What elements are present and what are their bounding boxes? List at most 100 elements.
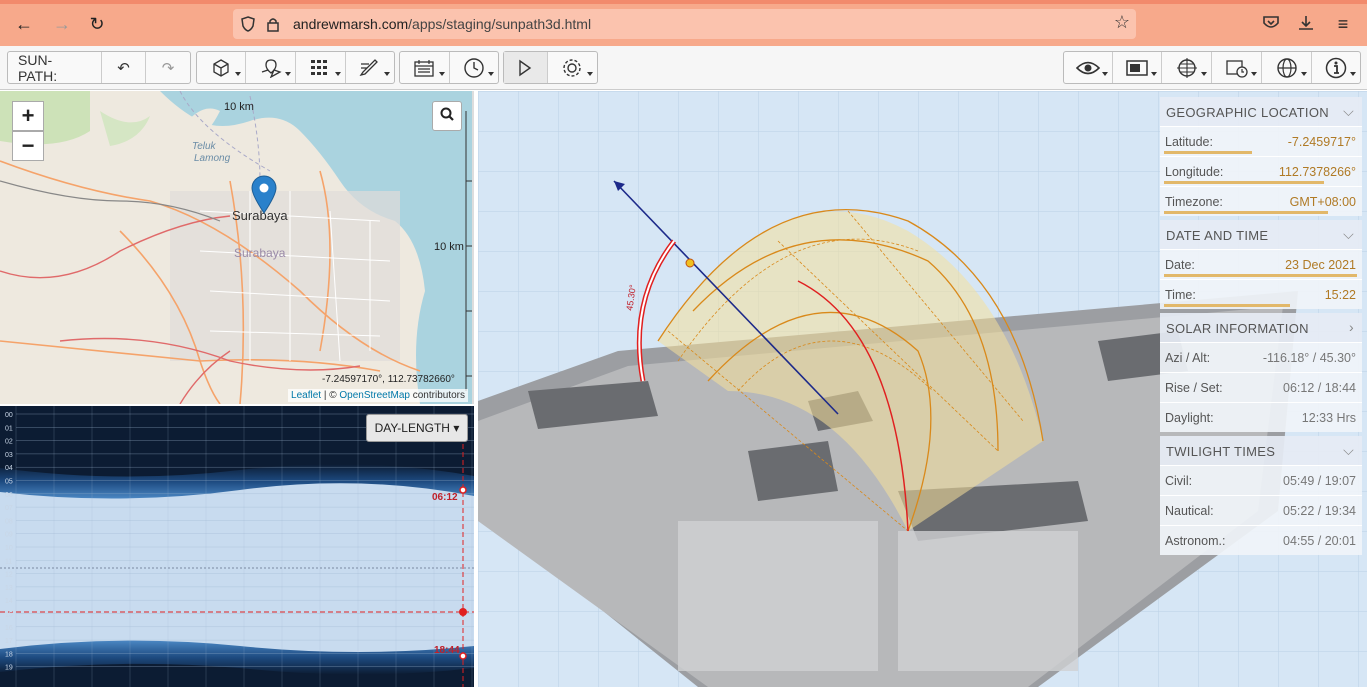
timezone-row[interactable]: Timezone: GMT+08:00 [1160, 186, 1362, 216]
date-group [399, 51, 499, 84]
lock-icon [267, 18, 279, 32]
azimuth-value: -116.18° / 45.30° [1262, 351, 1356, 365]
hour-tick-label: 19 [5, 665, 13, 672]
eye-icon[interactable] [1064, 52, 1113, 83]
display-icon[interactable] [1113, 52, 1162, 83]
day-length-dropdown[interactable]: DAY-LENGTH ▾ [366, 414, 468, 442]
hour-tick-label: 01 [5, 425, 13, 432]
browser-top-stripe [0, 0, 1367, 4]
city-sub-label: Surabaya [234, 246, 286, 260]
longitude-bar [1164, 181, 1324, 184]
date-row[interactable]: Date: 23 Dec 2021 [1160, 249, 1362, 279]
civil-label: Civil: [1165, 474, 1193, 488]
time-value: 15:22 [1324, 288, 1356, 302]
search-icon[interactable] [432, 101, 462, 131]
clock-icon[interactable] [450, 52, 499, 83]
app-toolbar: SUN-PATH: ↶ ↷ [0, 46, 1367, 90]
section-date-time[interactable]: DATE AND TIME ⌵ [1160, 220, 1362, 249]
play-icon[interactable] [504, 52, 548, 83]
date-value: 23 Dec 2021 [1285, 258, 1356, 272]
sunset-label: 18:44 [434, 645, 460, 656]
redo-icon[interactable]: ↷ [146, 52, 190, 83]
hour-tick-label: 14 [5, 598, 13, 605]
hour-tick-label: 11 [5, 558, 12, 565]
civil-value: 05:49 / 19:07 [1283, 474, 1356, 488]
section-solar-information[interactable]: SOLAR INFORMATION › [1160, 313, 1362, 342]
longitude-label: Longitude: [1165, 165, 1224, 179]
pen-icon[interactable] [346, 52, 394, 83]
scale-label-side: 10 km [434, 241, 464, 253]
sunrise-label: 06:12 [432, 492, 458, 503]
timezone-value: GMT+08:00 [1289, 195, 1356, 209]
hour-tick-label: 13 [5, 585, 13, 592]
date-label: Date: [1165, 258, 1195, 272]
menu-icon[interactable]: ≡ [1331, 12, 1355, 36]
bay-label-1: Teluk [192, 141, 216, 152]
hour-tick-label: 09 [5, 532, 13, 539]
url-domain: andrewmarsh.com [293, 16, 409, 32]
rise-set-row: Rise / Set: 06:12 / 18:44 [1160, 372, 1362, 402]
history-group: SUN-PATH: ↶ ↷ [7, 51, 191, 84]
section-twilight-title: TWILIGHT TIMES [1166, 444, 1276, 459]
daylight-label: Daylight: [1165, 411, 1214, 425]
hour-tick-label: 12 [5, 572, 13, 579]
bookmark-star-icon[interactable]: ☆ [1114, 12, 1130, 33]
pocket-icon[interactable] [1262, 15, 1280, 31]
cube-icon[interactable] [197, 52, 246, 83]
download-icon[interactable] [1297, 14, 1315, 32]
reload-icon[interactable]: ↻ [85, 12, 109, 36]
chevron-right-icon: › [1349, 319, 1354, 335]
attrib-contributors: contributors [409, 390, 465, 401]
back-arrow-icon[interactable]: ← [12, 12, 36, 36]
astronomical-label: Astronom.: [1165, 534, 1226, 548]
zoom-out-button[interactable]: − [12, 131, 44, 161]
day-length-chart[interactable]: 00 01 02 03 04 05 06 07 08 09 10 11 12 13 14 15 16 17 18 19… [0, 406, 474, 687]
location-marker-icon[interactable] [251, 175, 277, 215]
attrib-separator: | © [321, 390, 340, 401]
hour-tick-label: 18 [5, 651, 13, 658]
nautical-value: 05:22 / 19:34 [1283, 504, 1356, 518]
hour-tick-label: 08 [5, 518, 13, 525]
nautical-label: Nautical: [1165, 504, 1214, 518]
shield-icon [241, 16, 255, 32]
url-text: andrewmarsh.com/apps/staging/sunpath3d.h… [293, 16, 591, 32]
calendar-clock-icon[interactable] [1212, 52, 1262, 83]
map-coordinates: -7.24597170°, 112.73782660° [322, 374, 455, 385]
daylight-value: 12:33 Hrs [1301, 411, 1356, 425]
latitude-bar [1164, 151, 1252, 154]
url-bar[interactable]: andrewmarsh.com/apps/staging/sunpath3d.h… [233, 9, 1136, 39]
map-location-icon[interactable] [246, 52, 296, 83]
globe-icon[interactable] [1262, 52, 1312, 83]
gear-icon[interactable] [548, 52, 597, 83]
bay-label-2: Lamong [194, 153, 231, 164]
osm-link[interactable]: OpenStreetMap [339, 390, 410, 401]
time-row[interactable]: Time: 15:22 [1160, 279, 1362, 309]
section-geographic-location[interactable]: GEOGRAPHIC LOCATION ⌵ [1160, 97, 1362, 126]
info-icon[interactable] [1312, 52, 1360, 83]
nautical-row: Nautical: 05:22 / 19:34 [1160, 495, 1362, 525]
time-bar [1164, 304, 1290, 307]
play-group [503, 51, 598, 84]
grid-icon[interactable] [296, 52, 346, 83]
longitude-row[interactable]: Longitude: 112.7378266° [1160, 156, 1362, 186]
latitude-row[interactable]: Latitude: -7.2459717° [1160, 126, 1362, 156]
sunpath-menu[interactable]: SUN-PATH: [8, 51, 102, 84]
section-geographic-title: GEOGRAPHIC LOCATION [1166, 105, 1329, 120]
forward-arrow-icon[interactable]: → [50, 12, 74, 36]
section-twilight-times[interactable]: TWILIGHT TIMES ⌵ [1160, 436, 1362, 465]
leaflet-link[interactable]: Leaflet [291, 390, 321, 401]
target-globe-icon[interactable] [1162, 52, 1212, 83]
azimuth-row: Azi / Alt: -116.18° / 45.30° [1160, 342, 1362, 372]
hour-tick-label: 17 [5, 638, 13, 645]
zoom-in-button[interactable]: + [12, 101, 44, 131]
azimuth-label: Azi / Alt: [1165, 351, 1211, 365]
map-attribution: Leaflet | © OpenStreetMap contributors [288, 389, 468, 402]
map-panel[interactable]: 10 km 10 km Teluk Lamong Surabaya Suraba… [0, 91, 474, 404]
sunpath-label: SUN-PATH: [18, 51, 58, 84]
timezone-label: Timezone: [1165, 195, 1223, 209]
rise-set-value: 06:12 / 18:44 [1283, 381, 1356, 395]
url-path: /apps/staging/sunpath3d.html [408, 16, 592, 32]
calendar-icon[interactable] [400, 52, 450, 83]
hour-tick-label: 03 [5, 452, 13, 459]
undo-icon[interactable]: ↶ [102, 52, 146, 83]
